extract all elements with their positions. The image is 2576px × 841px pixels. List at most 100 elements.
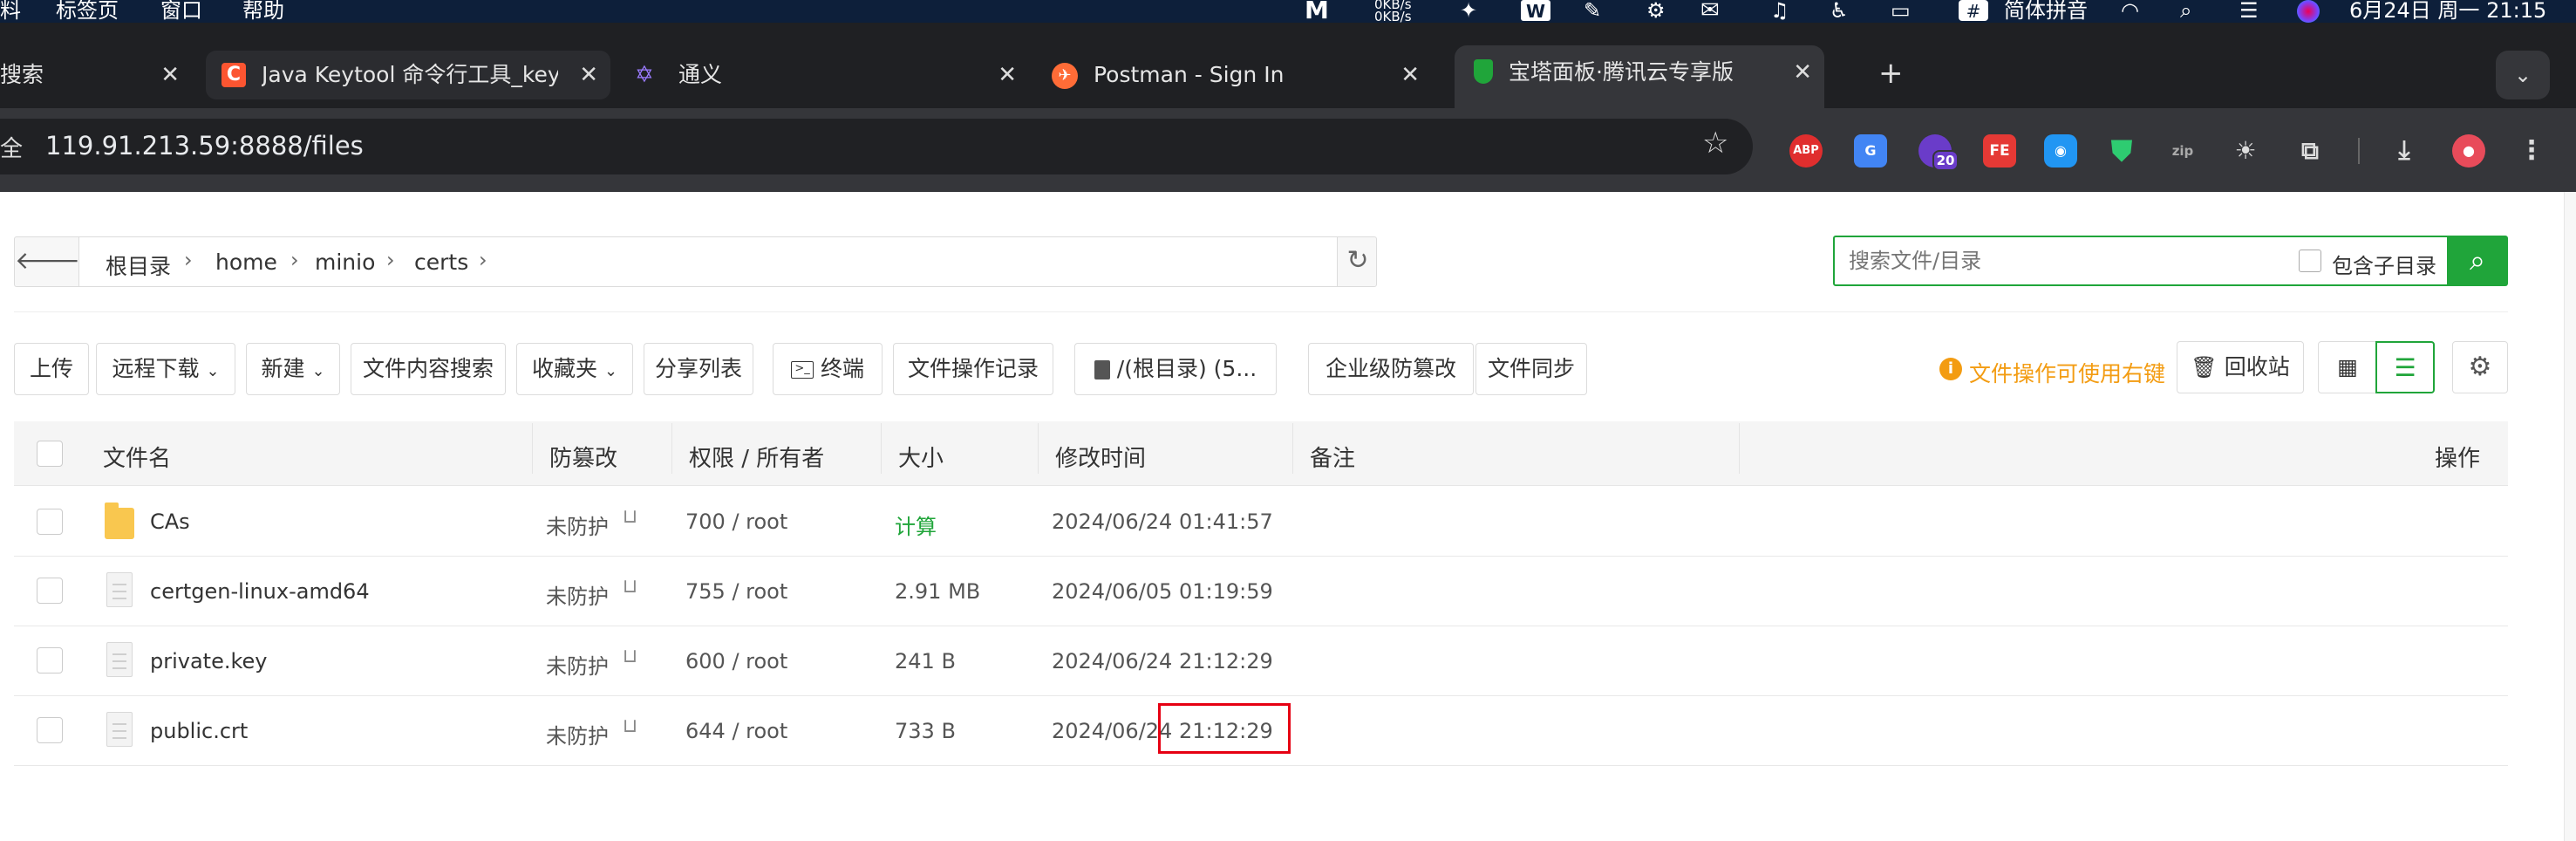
new-button[interactable]: 新建 ⌄ [246, 343, 340, 395]
header-filename[interactable]: 文件名 [103, 441, 171, 473]
edit-menubar-icon[interactable]: ✎ [1584, 0, 1601, 22]
siri-icon[interactable] [2297, 0, 2320, 23]
breadcrumb-item-root[interactable]: 根目录 [106, 250, 171, 281]
breadcrumb-item-minio[interactable]: minio [315, 250, 375, 275]
app-menubar-icon[interactable]: ✦ [1460, 0, 1477, 22]
gmail-menubar-icon[interactable]: M [1305, 0, 1329, 23]
row-checkbox[interactable] [37, 578, 63, 604]
unlock-icon[interactable]: ⊔ [623, 576, 637, 598]
adblock-plus-icon[interactable]: ABP [1789, 134, 1823, 168]
table-header [14, 421, 2508, 486]
menu-item[interactable]: 料 [0, 0, 21, 22]
tamper-proof-button[interactable]: 企业级防篡改 [1308, 343, 1474, 395]
row-checkbox[interactable] [37, 717, 63, 743]
file-size: 733 B [895, 719, 956, 743]
breadcrumb-item-home[interactable]: home [215, 250, 277, 275]
close-icon[interactable]: ✕ [1793, 45, 1812, 99]
permission[interactable]: 644 / root [685, 719, 787, 743]
unlock-icon[interactable]: ⊔ [623, 506, 637, 528]
calculate-size-link[interactable]: 计算 [895, 509, 937, 540]
include-subdir-checkbox[interactable] [2299, 250, 2321, 272]
grid-view-icon[interactable]: ▦ [2318, 341, 2377, 393]
extensions-puzzle-icon[interactable]: ⧉ [2293, 134, 2327, 168]
profile-avatar[interactable]: ● [2452, 134, 2485, 168]
content-search-button[interactable]: 文件内容搜索 [351, 343, 506, 395]
wps-menubar-icon[interactable]: W [1521, 0, 1550, 22]
operation-log-button[interactable]: 文件操作记录 [893, 343, 1053, 395]
search-button[interactable]: ⌕ [2447, 236, 2508, 286]
share-list-button[interactable]: 分享列表 [644, 343, 753, 395]
terminal-button[interactable]: >_ 终端 [773, 343, 883, 395]
column-divider [532, 423, 533, 474]
browser-menu-icon[interactable]: ⋮ [2515, 134, 2548, 168]
tab-search-chevron-icon[interactable]: ⌄ [2496, 51, 2550, 99]
tab-java-keytool[interactable]: C Java Keytool 命令行工具_keyto ✕ [206, 51, 610, 99]
tab-search[interactable]: 搜索 ✕ [0, 51, 192, 99]
remote-download-button[interactable]: 远程下载 ⌄ [96, 343, 235, 395]
unlock-icon[interactable]: ⊔ [623, 715, 637, 737]
new-tab-plus-icon[interactable]: + [1878, 56, 1904, 91]
permission[interactable]: 700 / root [685, 509, 787, 534]
omnibox[interactable]: 全 119.91.213.59:8888/files ☆ [0, 119, 1753, 174]
tab-baota-active[interactable]: 宝塔面板·腾讯云专享版 ✕ [1455, 45, 1824, 108]
file-name[interactable]: private.key [150, 649, 268, 673]
wifi-icon[interactable]: ◠ [2121, 0, 2139, 22]
refresh-icon[interactable]: ↻ [1339, 237, 1377, 286]
breadcrumb-item-certs[interactable]: certs [414, 250, 468, 275]
close-icon[interactable]: ✕ [160, 51, 180, 99]
settings-menubar-icon[interactable]: ⚙ [1646, 0, 1666, 22]
accessibility-icon[interactable]: ♿ [1830, 0, 1849, 22]
file-name[interactable]: public.crt [150, 719, 248, 743]
back-arrow-icon[interactable]: 🡐 [15, 237, 80, 286]
window-menubar-icon[interactable]: ▭ [1891, 0, 1911, 22]
extension-badge-icon[interactable]: 20 [1918, 134, 1959, 171]
disk-selector-button[interactable]: /(根目录) (5... [1074, 343, 1277, 395]
select-all-checkbox[interactable] [37, 441, 63, 467]
close-icon[interactable]: ✕ [998, 51, 1017, 99]
url-text[interactable]: 119.91.213.59:8888/files [45, 131, 364, 161]
google-translate-icon[interactable]: G [1854, 134, 1887, 168]
permission[interactable]: 755 / root [685, 579, 787, 604]
close-icon[interactable]: ✕ [579, 51, 598, 99]
input-method-label[interactable]: 简体拼音 [2004, 0, 2088, 22]
tab-tongyi[interactable]: ✡ 通义 ✕ [628, 51, 1029, 99]
unlock-icon[interactable]: ⊔ [623, 646, 637, 667]
row-checkbox[interactable] [37, 509, 63, 535]
bilibili-helper-icon[interactable]: ◉ [2044, 134, 2077, 168]
permission[interactable]: 600 / root [685, 649, 787, 673]
wechat-menubar-icon[interactable]: ✉ [1700, 0, 1720, 22]
file-name[interactable]: CAs [150, 509, 190, 534]
recycle-bin-button[interactable]: 🗑 回收站 [2177, 341, 2304, 393]
gitzip-extension-icon[interactable]: zip [2166, 134, 2199, 168]
tongyi-favicon-icon: ✡ [635, 62, 654, 88]
settings-gear-icon[interactable]: ⚙ [2452, 341, 2508, 393]
downloads-icon[interactable]: ⤓ [2388, 134, 2421, 168]
menu-item-window[interactable]: 窗口 [160, 0, 202, 22]
menubar-datetime[interactable]: 6月24日 周一 21:15 [2349, 0, 2546, 22]
lightbulb-extension-icon[interactable]: ☀ [2229, 134, 2262, 168]
shield-extension-icon[interactable]: ⛊ [2105, 134, 2138, 168]
file-icon [106, 712, 133, 747]
upload-button[interactable]: 上传 [14, 343, 89, 395]
fe-helper-icon[interactable]: FE [1983, 134, 2016, 168]
file-name[interactable]: certgen-linux-amd64 [150, 579, 370, 604]
page-scrollbar[interactable] [2564, 192, 2576, 841]
file-sync-button[interactable]: 文件同步 [1475, 343, 1587, 395]
close-icon[interactable]: ✕ [1400, 51, 1420, 99]
menu-item-help[interactable]: 帮助 [242, 0, 284, 22]
spotlight-search-icon[interactable]: ⌕ [2180, 0, 2191, 22]
list-view-icon[interactable]: ☰ [2375, 341, 2435, 393]
search-input[interactable] [1849, 246, 2285, 276]
header-mtime[interactable]: 修改时间 [1055, 441, 1146, 473]
control-center-icon[interactable]: ☰ [2239, 0, 2259, 22]
headphones-icon[interactable]: ♫ [1770, 0, 1789, 22]
site-info-label[interactable]: 全 [0, 131, 23, 163]
input-method-icon[interactable]: # [1959, 0, 1988, 22]
header-permission[interactable]: 权限 / 所有者 [689, 441, 824, 473]
favorites-button[interactable]: 收藏夹 ⌄ [516, 343, 633, 395]
row-checkbox[interactable] [37, 647, 63, 673]
header-size[interactable]: 大小 [898, 441, 944, 473]
menu-item-tabs[interactable]: 标签页 [56, 0, 119, 22]
tab-postman[interactable]: ✈ Postman - Sign In ✕ [1045, 51, 1432, 99]
bookmark-star-icon[interactable]: ☆ [1702, 126, 1728, 161]
